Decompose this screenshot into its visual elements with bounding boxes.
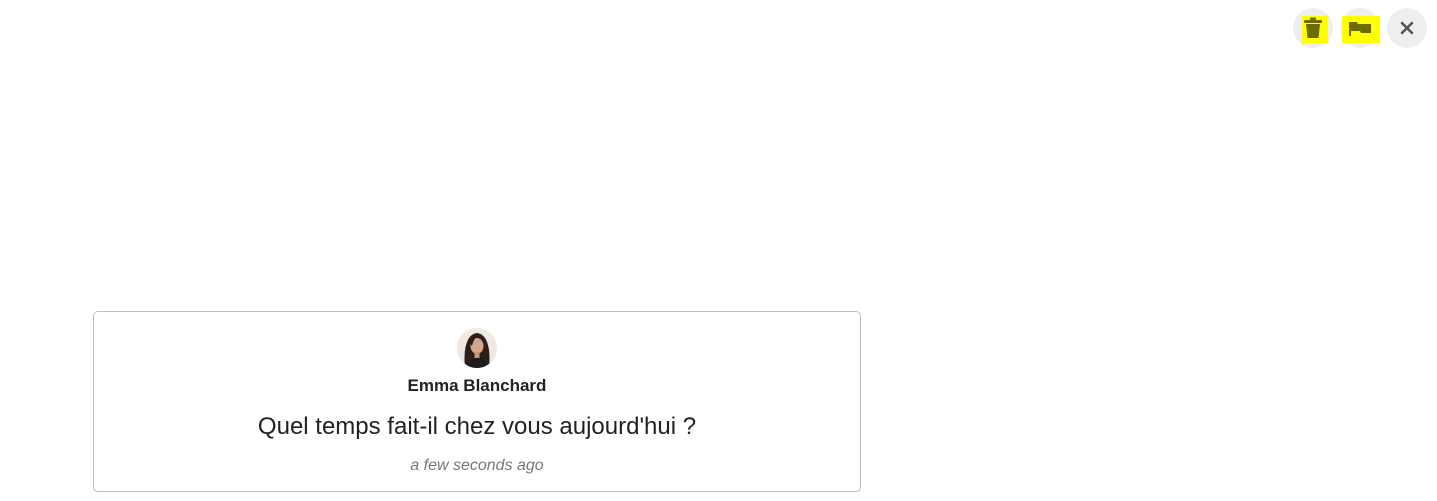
message-card: Emma Blanchard Quel temps fait-il chez v…	[93, 311, 861, 492]
message-timestamp: a few seconds ago	[410, 457, 544, 474]
avatar	[457, 328, 497, 368]
author-name: Emma Blanchard	[407, 376, 547, 395]
close-button[interactable]	[1387, 8, 1427, 48]
close-icon	[1400, 21, 1414, 35]
report-button[interactable]	[1340, 8, 1380, 48]
message-text: Quel temps fait-il chez vous aujourd'hui…	[257, 413, 697, 440]
trash-icon	[1304, 17, 1322, 38]
delete-button[interactable]	[1293, 8, 1333, 48]
page: Emma Blanchard Quel temps fait-il chez v…	[0, 0, 1437, 501]
avatar-portrait	[457, 328, 497, 368]
top-right-toolbar	[1293, 8, 1427, 48]
flag-icon	[1349, 22, 1371, 36]
